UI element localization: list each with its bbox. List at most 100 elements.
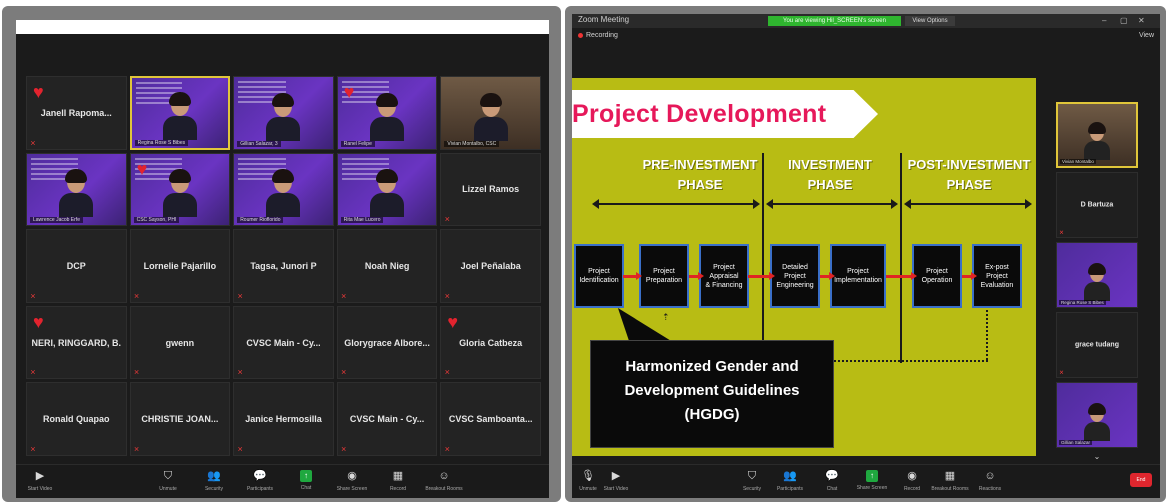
scroll-down-icon[interactable]: ⌄ [1056,452,1138,461]
participant-tile[interactable]: gwenn ⨯ [129,305,231,380]
chat-button[interactable]: 💬 Participants [238,469,282,492]
participant-tile[interactable]: Gillian Salazar [1056,382,1138,448]
end-meeting-button[interactable]: End [1130,473,1152,487]
participant-tile[interactable]: Regina Rose S Bibes [129,76,231,150]
participant-name: D Bartuza [1080,201,1114,209]
meeting-toolbar: ▶ Start Video ⛉ Unmute 👥 Security 💬 Participa… [16,464,549,498]
participant-name: Glorygrace Albore... [344,337,430,348]
toolbar-label: Security [204,486,224,492]
chat-button[interactable]: 💬 Chat [810,469,854,492]
participant-name: Janice Hermosilla [245,414,322,425]
participant-video [1084,263,1110,301]
body-shape [1084,282,1110,301]
participant-tile[interactable]: Roumer Rioflorido [233,152,334,227]
hair-shape [376,169,399,184]
muted-mic-icon: ⨯ [340,292,347,300]
participant-name-label: CSC Sayson, PHI [133,217,180,224]
participant-name: CVSC Samboanta... [448,414,533,425]
hair-shape [1088,263,1106,275]
reactions-button[interactable]: ☺ Breakout Rooms [422,469,466,492]
participant-tile[interactable]: CVSC Main - Cy... ⨯ [336,382,438,456]
participant-tile[interactable]: Regina Rose S Bibes [1056,242,1138,308]
muted-mic-icon: ⨯ [340,369,347,377]
participant-tile[interactable]: Glorygrace Albore... ⨯ [336,305,438,380]
process-step-box: Project Implementation [830,244,886,308]
hgdg-callout: Harmonized Gender and Development Guidel… [590,340,834,448]
participant-tile[interactable]: Janell Rapoma... ⨯ ♥ [26,76,127,150]
shield-button[interactable]: ⛉ Unmute [146,469,190,492]
participant-tile[interactable]: Lawrence Jacob Erfe [26,152,127,227]
body-shape [370,116,405,141]
body-shape [266,116,301,141]
participant-tile[interactable]: Noah Nieg ⨯ [336,229,438,303]
participant-tile[interactable]: Joel Peñalaba ⨯ [440,229,541,303]
participant-tile[interactable]: Vivian Montalbo [1056,102,1138,168]
participant-tile[interactable]: CHRISTIE JOAN... ⨯ [129,382,231,456]
phase-divider [900,153,902,363]
participant-tile[interactable]: Janice Hermosilla ⨯ [233,382,334,456]
window-title: Zoom Meeting [578,15,630,24]
toolbar-label: Share Screen [336,486,368,492]
participants-button[interactable]: 👥 Participants [768,469,812,492]
minimize-icon[interactable]: – [1102,16,1106,25]
hair-shape [168,91,191,106]
flow-arrow [689,272,704,280]
share-screen-button[interactable]: ↑ Chat [284,469,328,491]
participant-tile[interactable]: Rita Mae Lucero [336,152,438,227]
hair-shape [272,169,295,184]
participant-name: gwenn [165,337,195,348]
heart-reaction-icon: ♥ [136,158,148,179]
participant-tile[interactable]: Gloria Catbeza ⨯ ♥ [440,305,541,380]
process-step-box: Project Operation [912,244,962,308]
phase-divider [762,153,764,363]
muted-mic-icon: ⨯ [237,445,244,453]
breakout-rooms-button[interactable]: ▦ Breakout Rooms [928,469,972,492]
heart-reaction-icon: ♥ [343,82,355,102]
participant-tile[interactable]: Vivian Montalbo, CSC [440,76,541,150]
heart-reaction-icon: ♥ [33,82,44,102]
participant-name: Noah Nieg [364,260,410,271]
participant-tile[interactable]: Ronald Quapao ⨯ [26,382,127,456]
toolbar-label: Unmute [159,486,177,492]
phase-label-investment: INVESTMENT PHASE [766,155,894,195]
flow-arrow [748,272,775,280]
toolbar-label: Participants [776,486,804,492]
participant-name: Tagsa, Junori P [250,260,317,271]
breakout-rooms-button[interactable]: ▦ Record [376,469,420,492]
participant-tile[interactable]: grace tudang ⨯ [1056,312,1138,378]
view-button[interactable]: View [1139,32,1154,39]
participant-tile[interactable]: Ranel Felipe ♥ [336,76,438,150]
participant-tile[interactable]: Tagsa, Junori P ⨯ [233,229,334,303]
screen-share-banner[interactable]: You are viewing Hil_SCREEN's screen [768,16,901,26]
close-icon[interactable]: ✕ [1138,16,1145,25]
participants-button[interactable]: 👥 Security [192,469,236,492]
participant-tile[interactable]: Lizzel Ramos ⨯ [440,152,541,227]
share-screen-button[interactable]: ↑ Share Screen [850,469,894,491]
record-button[interactable]: ◉ Share Screen [330,469,374,492]
reactions-icon: ☺ [438,470,450,482]
participant-tile[interactable]: CSC Sayson, PHI ♥ [129,152,231,227]
muted-mic-icon: ⨯ [1059,230,1065,236]
participant-name: CVSC Main - Cy... [349,414,425,425]
participant-tile[interactable]: CVSC Main - Cy... ⨯ [233,305,334,380]
participant-tile[interactable]: D Bartuza ⨯ [1056,172,1138,238]
participant-tile[interactable]: NERI, RINGGARD, B. ⨯ ♥ [26,305,127,380]
participant-tile[interactable]: DCP ⨯ [26,229,127,303]
toolbar-label: Record [389,486,407,492]
participant-tile[interactable]: Gillian Salazar, 3 [233,76,334,150]
participant-video [1084,403,1110,441]
view-options-button[interactable]: View Options [905,16,955,26]
muted-mic-icon: ⨯ [30,292,36,300]
zoom-share-window: Zoom Meeting You are viewing Hil_SCREEN'… [572,14,1160,498]
phase-span-arrow [766,199,898,209]
video-button[interactable]: ▶ Start Video [594,469,638,492]
participant-tile[interactable]: CVSC Samboanta... ⨯ [440,382,541,456]
start-video-button[interactable]: ▶ Start Video [18,469,62,492]
participant-video [266,92,301,141]
phase-span-arrow [904,199,1032,209]
maximize-icon[interactable]: ▢ [1120,16,1128,25]
reactions-button[interactable]: ☺ Reactions [968,469,1012,492]
participant-video [370,169,405,218]
participant-tile[interactable]: Lornelie Pajarillo ⨯ [129,229,231,303]
process-step-box: Project Identification [574,244,624,308]
